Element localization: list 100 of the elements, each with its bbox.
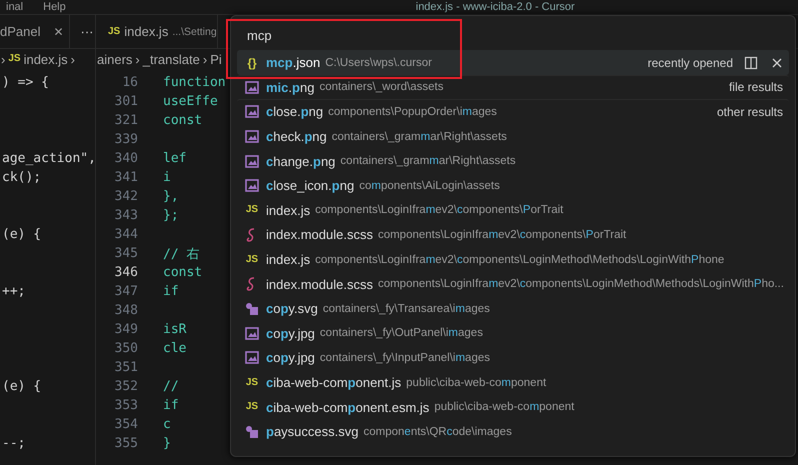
- search-field[interactable]: mcp: [237, 20, 789, 50]
- line-number: 346: [114, 265, 138, 280]
- line-number: 341: [114, 170, 138, 185]
- js-file-icon: JS: [8, 54, 21, 64]
- file-name: ciba-web-component.esm.js: [266, 400, 430, 415]
- result-item[interactable]: change.png containers\_grammar\Right\assets: [237, 148, 789, 173]
- image-file-icon: [245, 154, 259, 168]
- code-line: //: [163, 379, 179, 394]
- result-item[interactable]: mic.png containers\_word\assets file results: [237, 74, 789, 100]
- menu-item[interactable]: inal: [6, 1, 24, 13]
- line-number: 344: [114, 227, 138, 242]
- result-item[interactable]: JS ciba-web-component.esm.js public\ciba-web-component: [237, 394, 789, 419]
- file-name: copy.jpg: [266, 350, 315, 366]
- file-path: components\LoginIframev2\components\PorTrait: [315, 204, 564, 216]
- image-file-icon: [245, 130, 259, 144]
- line-number: 353: [114, 398, 138, 413]
- window-title: index.js - www-iciba-2.0 - Cursor: [416, 1, 575, 13]
- image-file-icon: [245, 351, 259, 364]
- result-item[interactable]: JS ciba-web-component.js public\ciba-web-component: [237, 370, 789, 394]
- breadcrumb-separator: ›: [202, 52, 208, 66]
- js-file-icon: JS: [246, 205, 258, 216]
- result-item[interactable]: close.png components\PopupOrder\images other results: [237, 99, 789, 124]
- editor-tab[interactable]: dPanel ✕: [0, 15, 70, 48]
- line-number: 16: [121, 75, 138, 90]
- breadcrumb-separator: ›: [1, 52, 6, 66]
- breadcrumb-item[interactable]: Pi: [210, 52, 222, 66]
- code-line: c: [163, 417, 171, 432]
- result-item[interactable]: index.module.scss components\LoginIframev2\components\LoginMethod\Methods\LoginWithPho...: [237, 271, 789, 296]
- code-line: ) => {: [1, 75, 49, 90]
- file-name: mic.png: [266, 80, 314, 95]
- result-item[interactable]: check.png containers\_grammar\Right\assets: [237, 124, 789, 148]
- split-icon[interactable]: [744, 56, 758, 70]
- svg-file-icon: [245, 424, 259, 439]
- file-path: containers\_fy\InputPanel\images: [320, 352, 490, 364]
- file-name: index.module.scss: [266, 276, 373, 292]
- result-item[interactable]: {} mcp.json C:\Users\wps\.cursor recently opened: [237, 50, 789, 75]
- code-line: function: [163, 75, 226, 90]
- file-name: copy.svg: [266, 301, 318, 316]
- line-number: 345: [114, 246, 138, 261]
- group-label: other results: [716, 104, 783, 119]
- file-name: mcp.json: [266, 55, 320, 70]
- image-file-icon: [245, 80, 259, 94]
- result-item[interactable]: JS index.js components\LoginIframev2\components\LoginMethod\Methods\LoginWithPhone: [237, 246, 789, 272]
- line-number: 351: [114, 360, 138, 375]
- file-path: containers\_grammar\Right\assets: [332, 130, 507, 143]
- file-path: containers\_word\assets: [319, 81, 444, 94]
- code-line: (e) {: [1, 227, 42, 242]
- file-path: components\LoginIframev2\components\LoginMethod\Methods\LoginWithPhone: [315, 254, 724, 266]
- file-name: index.js: [266, 202, 310, 218]
- file-path: containers\_fy\Transarea\images: [322, 302, 490, 315]
- image-file-icon: [245, 326, 259, 340]
- menu-item[interactable]: Help: [43, 1, 66, 13]
- result-item[interactable]: copy.jpg containers\_fy\OutPanel\images: [237, 320, 789, 346]
- file-path: components\AiLogin\assets: [359, 180, 500, 192]
- more-tabs-button[interactable]: ···: [70, 15, 95, 48]
- code-line: // 右: [163, 246, 200, 262]
- line-number: 348: [114, 303, 138, 318]
- file-name: copy.jpg: [266, 326, 315, 341]
- line-number: 339: [114, 132, 138, 147]
- line-number: 354: [114, 417, 138, 432]
- image-file-icon: [245, 179, 259, 192]
- breadcrumb-separator: ›: [70, 52, 75, 66]
- breadcrumb-item[interactable]: ainers: [97, 52, 132, 66]
- breadcrumb-item[interactable]: index.js: [24, 52, 68, 66]
- code-line: (e) {: [1, 379, 42, 394]
- file-name: change.png: [266, 154, 336, 169]
- line-number: 355: [114, 436, 138, 451]
- result-item[interactable]: paysuccess.svg components\QRcode\images: [237, 418, 789, 444]
- code-line: const: [163, 265, 202, 280]
- file-name: close_icon.png: [266, 178, 354, 194]
- file-name: index.module.scss: [266, 227, 373, 242]
- close-icon[interactable]: [771, 56, 783, 69]
- js-file-icon: JS: [246, 254, 258, 265]
- result-item[interactable]: index.module.scss components\LoginIframev2\components\PorTrait: [237, 222, 789, 247]
- result-item[interactable]: close_icon.png components\AiLogin\assets: [237, 172, 789, 198]
- file-path: public\ciba-web-component: [406, 376, 546, 389]
- file-path: components\QRcode\images: [364, 426, 512, 438]
- file-name: ciba-web-component.js: [266, 375, 402, 390]
- code-line: },: [163, 189, 179, 204]
- code-line: }: [163, 436, 171, 451]
- line-number: 321: [114, 113, 138, 128]
- code-line: age_action",: [1, 151, 95, 166]
- close-icon[interactable]: ✕: [53, 24, 64, 38]
- result-item[interactable]: copy.svg containers\_fy\Transarea\images: [237, 296, 789, 321]
- js-file-icon: JS: [108, 26, 120, 36]
- breadcrumb-separator: ›: [135, 52, 140, 66]
- code-line: ++;: [1, 284, 26, 299]
- code-line: lef: [163, 151, 186, 166]
- result-item[interactable]: copy.jpg containers\_fy\InputPanel\images: [237, 345, 789, 370]
- breadcrumb-item[interactable]: _translate: [142, 52, 200, 66]
- code-line: --;: [1, 436, 26, 451]
- result-item[interactable]: JS index.js components\LoginIframev2\components\PorTrait: [237, 198, 789, 222]
- line-number: 349: [114, 322, 138, 337]
- braces-icon: {}: [247, 56, 257, 69]
- code-line: ck();: [1, 170, 42, 185]
- file-path: components\PopupOrder\images: [328, 106, 497, 118]
- code-line: cle: [163, 341, 186, 356]
- image-file-icon: [245, 105, 259, 118]
- file-path: components\LoginIframev2\components\PorTrait: [378, 228, 626, 241]
- line-number: 343: [114, 208, 138, 223]
